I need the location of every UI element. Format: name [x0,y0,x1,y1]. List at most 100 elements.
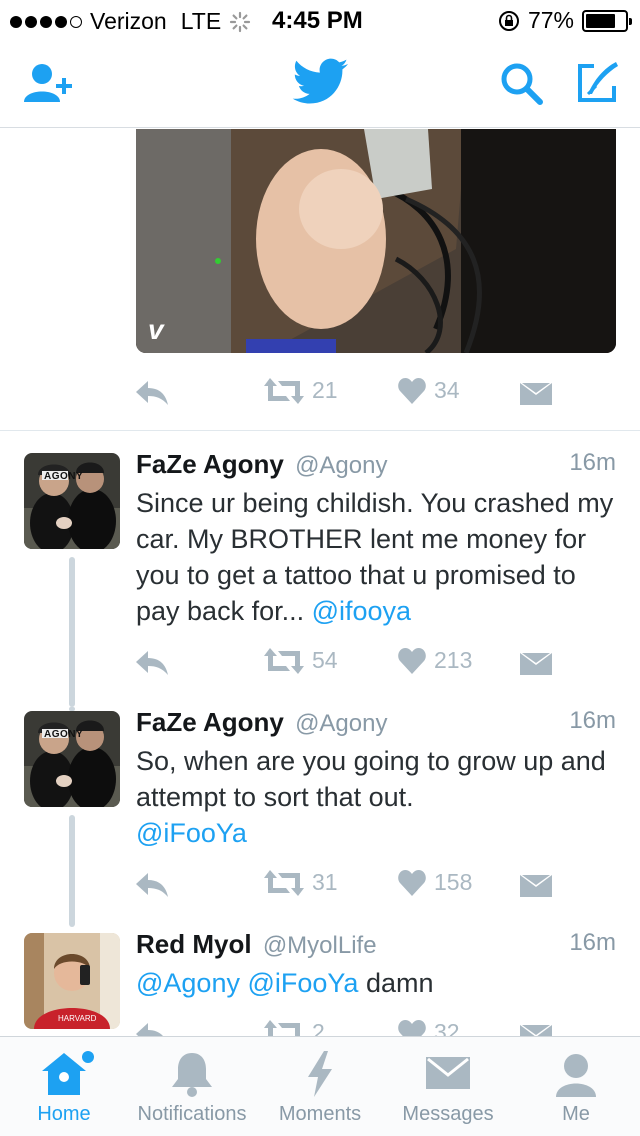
retweet-count: 2 [312,1019,325,1036]
like-count: 158 [434,869,473,895]
tweet-text: Since ur being childish. You crashed my … [136,485,616,629]
avatar-text: AGONY [44,729,84,740]
retweet-button[interactable]: 31 [264,869,338,896]
retweet-button[interactable]: 2 [264,1019,325,1036]
network-type: LTE [180,8,222,34]
reply-icon [136,381,168,405]
avatar-text: AGONY [44,471,84,482]
tab-messages[interactable]: Messages [384,1037,512,1136]
message-button[interactable] [520,875,552,897]
envelope-icon [520,653,552,675]
tweet-text: @Agony @iFooYa damn [136,965,616,1001]
twitter-bird-icon[interactable] [292,58,348,108]
reply-icon [136,873,168,897]
bottom-tab-bar: Home Notifications Moments Messages Me [0,1036,640,1136]
tweet-actions: 54 213 [136,647,616,687]
envelope-icon [520,383,552,405]
avatar[interactable]: AGONY [24,453,120,549]
tweet-author-name[interactable]: FaZe Agony [136,707,284,737]
tweet-body: damn [365,968,434,998]
reply-icon [136,651,168,675]
tweet-author-handle[interactable]: @MyolLife [263,932,377,959]
vine-logo-icon [144,313,174,343]
retweet-icon [264,1019,300,1036]
retweet-button[interactable]: 54 [264,647,338,674]
tab-label: Moments [278,1103,362,1125]
retweet-icon [264,647,304,674]
retweet-icon [264,869,304,896]
compose-icon[interactable] [574,60,620,106]
retweet-count: 31 [312,869,338,895]
like-button[interactable]: 158 [398,869,472,896]
tab-notifications[interactable]: Notifications [128,1037,256,1136]
like-count: 34 [434,377,460,403]
tweet-item[interactable]: AGONY FaZe Agony @Agony 16m So, when are… [0,707,640,927]
tweet-item[interactable]: HARVARD Red Myol @MyolLife 16m @Agony @i… [0,927,640,1036]
heart-icon [398,647,426,674]
home-icon [38,1051,94,1097]
svg-text:HARVARD: HARVARD [58,1014,97,1023]
thread-connector [69,815,75,927]
message-button[interactable] [520,383,552,405]
avatar[interactable]: AGONY [24,711,120,807]
like-count: 213 [434,647,473,673]
reply-button[interactable] [136,651,170,675]
timeline[interactable]: v 21 34 AGONY FaZe Agony @Agony 16m Sinc… [0,129,640,1036]
mention-link[interactable]: @iFooYa [247,968,358,998]
tweet-header: FaZe Agony @Agony 16m [136,707,616,741]
lightning-icon [306,1051,334,1097]
tweet-media-video[interactable]: v [136,129,616,353]
status-time: 4:45 PM [272,7,363,34]
mention-link[interactable]: @Agony [136,968,240,998]
avatar[interactable]: HARVARD [24,933,120,1029]
reply-button[interactable] [136,1023,170,1036]
status-bar-left: Verizon LTE [10,8,251,35]
tweet-actions: 2 32 [136,1019,616,1036]
like-count: 32 [434,1019,460,1036]
message-button[interactable] [520,653,552,675]
tab-home[interactable]: Home [0,1037,128,1136]
heart-icon [398,377,426,404]
reply-button[interactable] [136,381,170,405]
envelope-icon [520,875,552,897]
rotation-lock-icon [498,10,520,32]
tab-label: Notifications [137,1103,247,1125]
tweet-timestamp: 16m [569,929,616,956]
like-button[interactable]: 32 [398,1019,460,1036]
tweet-actions: 31 158 [136,869,616,909]
message-button[interactable] [520,1025,552,1036]
tab-label: Home [37,1103,91,1125]
retweet-count: 21 [312,377,338,403]
bell-icon [172,1053,212,1097]
tab-label: Me [562,1103,590,1125]
retweet-button[interactable]: 21 [264,377,338,404]
tweet-item[interactable]: AGONY FaZe Agony @Agony 16m Since ur bei… [0,431,640,707]
battery-percent: 77% [527,7,574,33]
envelope-icon [426,1057,470,1089]
tab-me[interactable]: Me [512,1037,640,1136]
status-bar: Verizon LTE 4:45 PM 77% [0,0,640,40]
tweet-timestamp: 16m [569,449,616,476]
like-button[interactable]: 34 [398,377,460,404]
tweet-author-name[interactable]: FaZe Agony [136,449,284,479]
mention-link[interactable]: @ifooya [312,596,411,626]
tweet-author-handle[interactable]: @Agony [295,710,387,737]
reply-icon [136,1023,163,1036]
like-button[interactable]: 213 [398,647,472,674]
search-icon[interactable] [500,62,544,106]
loading-spinner-icon [229,11,251,33]
mention-link[interactable]: @iFooYa [136,818,247,848]
tab-moments[interactable]: Moments [256,1037,384,1136]
tweet-text: So, when are you going to grow up and at… [136,743,616,851]
reply-button[interactable] [136,873,170,897]
status-bar-right: 77% [498,7,632,34]
battery-icon [582,9,632,32]
tweet-author-name[interactable]: Red Myol [136,929,252,959]
signal-strength-icon [10,15,82,28]
tweet-body: So, when are you going to grow up and at… [136,746,606,812]
carrier-name: Verizon [90,8,167,34]
tweet-header: Red Myol @MyolLife 16m [136,929,616,963]
tweet-author-handle[interactable]: @Agony [295,452,387,479]
top-nav-bar [0,40,640,128]
add-user-icon[interactable] [24,62,76,106]
